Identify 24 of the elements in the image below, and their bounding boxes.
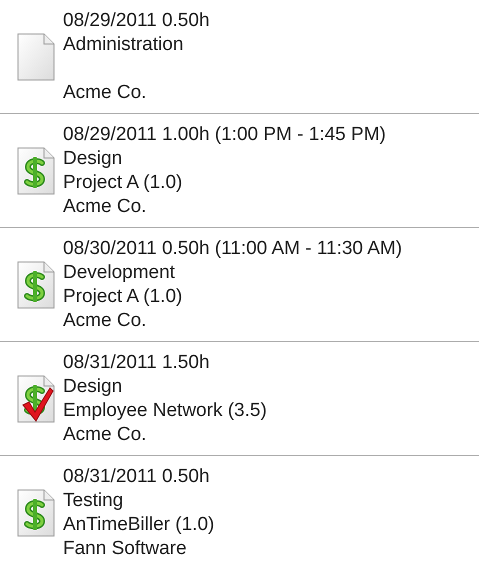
- entry-date-hours: 08/30/2011 0.50h (11:00 AM - 11:30 AM): [63, 236, 402, 260]
- dollar-document-icon: [17, 146, 55, 194]
- entry-client: Acme Co.: [63, 194, 148, 218]
- entry-project: Project A (1.0): [63, 284, 184, 308]
- entry-date-hours: 08/31/2011 1.50h: [63, 350, 211, 374]
- entry-client: Acme Co.: [63, 308, 148, 332]
- entry-task: Design: [63, 146, 124, 170]
- entry-date-hours: 08/29/2011 1.00h (1:00 PM - 1:45 PM): [63, 122, 386, 146]
- entry-task: Design: [63, 374, 124, 398]
- entry-task: Administration: [63, 32, 184, 56]
- entry-project: AnTimeBiller (1.0): [63, 513, 214, 537]
- dollar-document-icon: [17, 260, 55, 308]
- document-icon: [17, 32, 55, 80]
- dollar-document-icon: [17, 489, 55, 537]
- entry-project: Project A (1.0): [63, 170, 184, 194]
- entry-date-hours: 08/29/2011 0.50h: [63, 8, 210, 32]
- entry-project: Employee Network (3.5): [63, 398, 267, 422]
- entry-date-hours: 08/31/2011 0.50h: [63, 465, 211, 489]
- entry-client: Fann Software: [63, 537, 188, 561]
- entry-client: Acme Co.: [63, 80, 148, 104]
- entry-task: Development: [63, 260, 176, 284]
- entry-client: Acme Co.: [63, 422, 148, 446]
- dollar-checkmark-document-icon: [17, 374, 55, 422]
- entry-task: Testing: [63, 489, 124, 513]
